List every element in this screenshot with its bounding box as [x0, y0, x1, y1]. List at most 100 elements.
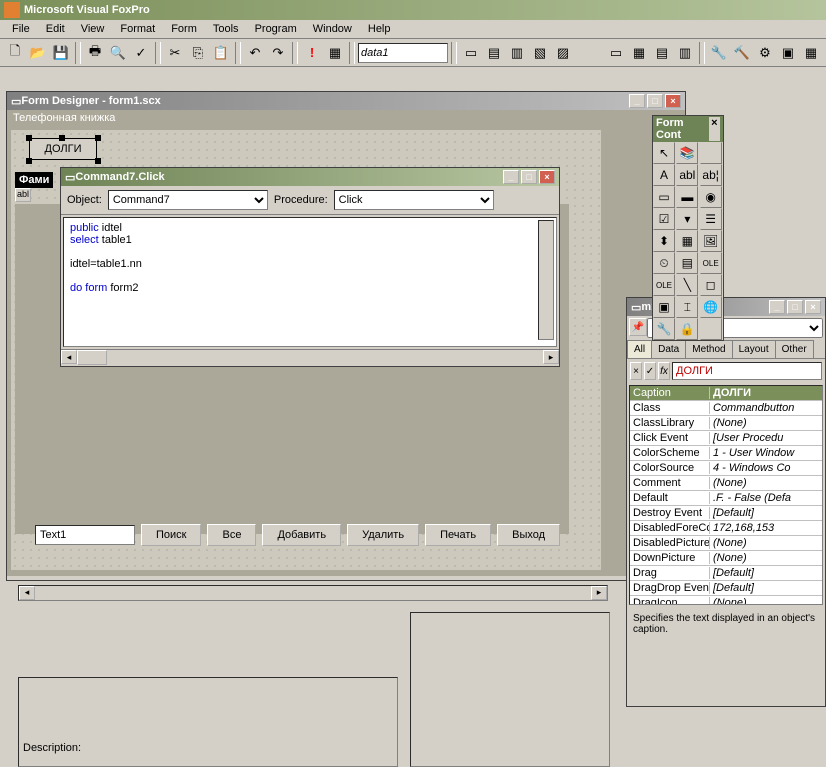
grid-tool-icon[interactable]: ▦: [676, 230, 698, 252]
code-minimize-button[interactable]: _: [503, 170, 519, 184]
all-button[interactable]: Все: [207, 524, 256, 546]
tb6-icon[interactable]: 🔨: [731, 42, 753, 64]
prop-row[interactable]: DownPicture(None): [630, 551, 822, 566]
prop-row[interactable]: ColorSource4 - Windows Co: [630, 461, 822, 476]
prop-row[interactable]: DragIcon(None): [630, 596, 822, 605]
code-editor[interactable]: public idtel select table1 idtel=table1.…: [63, 217, 557, 347]
menu-help[interactable]: Help: [360, 21, 399, 37]
image-tool-icon[interactable]: 🖼: [700, 230, 722, 252]
label-tool-icon[interactable]: A: [653, 164, 675, 186]
tb4-icon[interactable]: ▥: [674, 42, 696, 64]
menu-window[interactable]: Window: [305, 21, 360, 37]
library-icon[interactable]: 📚: [676, 142, 698, 164]
pageframe-tool-icon[interactable]: ▤: [676, 252, 698, 274]
prop-value-input[interactable]: [672, 362, 822, 380]
bottom-hscroll[interactable]: ◂ ▸: [18, 585, 608, 601]
autoform-icon[interactable]: ▤: [483, 42, 505, 64]
exit-button[interactable]: Выход: [497, 524, 560, 546]
search-text-input[interactable]: [35, 525, 135, 545]
wizard-icon[interactable]: ▨: [552, 42, 574, 64]
prop-grid[interactable]: CaptionДОЛГИClassCommandbuttonClassLibra…: [629, 385, 823, 605]
menu-edit[interactable]: Edit: [38, 21, 73, 37]
code-close-button[interactable]: ×: [539, 170, 555, 184]
timer-tool-icon[interactable]: ⏲: [653, 252, 675, 274]
menu-tools[interactable]: Tools: [205, 21, 247, 37]
cut-icon[interactable]: ✂: [164, 42, 186, 64]
add-button[interactable]: Добавить: [262, 524, 341, 546]
pointer-icon[interactable]: ↖: [653, 142, 675, 164]
ole-tool-icon[interactable]: OLE: [700, 252, 722, 274]
prop-pushpin-icon[interactable]: 📌: [629, 318, 647, 336]
tb2-icon[interactable]: ▦: [628, 42, 650, 64]
buttonlock-icon[interactable]: 🔒: [676, 318, 698, 340]
tab-data[interactable]: Data: [651, 340, 686, 358]
procedure-combo[interactable]: Click: [334, 190, 494, 210]
tab-layout[interactable]: Layout: [732, 340, 776, 358]
prop-row[interactable]: Default.F. - False (Defa: [630, 491, 822, 506]
minimize-button[interactable]: _: [629, 94, 645, 108]
delete-button[interactable]: Удалить: [347, 524, 419, 546]
optiongroup-tool-icon[interactable]: ◉: [700, 186, 722, 208]
form-icon[interactable]: ▭: [460, 42, 482, 64]
tab-other[interactable]: Other: [775, 340, 814, 358]
label-icon[interactable]: ▧: [529, 42, 551, 64]
prop-row[interactable]: ClassCommandbutton: [630, 401, 822, 416]
menu-view[interactable]: View: [73, 21, 113, 37]
prop-min-button[interactable]: _: [769, 300, 785, 314]
oleboundcontrol-tool-icon[interactable]: OLE: [653, 274, 675, 296]
preview-icon[interactable]: 🔍: [107, 42, 129, 64]
prop-accept-icon[interactable]: ✓: [644, 362, 656, 380]
prop-row[interactable]: DisabledPicture(None): [630, 536, 822, 551]
buttongroup-tool-icon[interactable]: ▬: [676, 186, 698, 208]
separator-tool-icon[interactable]: ⌶: [676, 296, 698, 318]
menu-format[interactable]: Format: [112, 21, 163, 37]
prop-row[interactable]: Drag[Default]: [630, 566, 822, 581]
prop-row[interactable]: ClassLibrary(None): [630, 416, 822, 431]
code-titlebar[interactable]: ▭ Command7.Click _ □ ×: [61, 168, 559, 186]
code-hscroll[interactable]: ◂ ▸: [61, 349, 559, 365]
builder-lock-icon[interactable]: 🔧: [653, 318, 675, 340]
palette-close-icon[interactable]: ×: [709, 117, 720, 141]
prop-row[interactable]: Comment(None): [630, 476, 822, 491]
textbox-tool-icon[interactable]: abl: [676, 164, 698, 186]
run-icon[interactable]: !: [301, 42, 323, 64]
scroll-left-icon[interactable]: ◂: [61, 350, 77, 364]
prop-row[interactable]: CaptionДОЛГИ: [630, 386, 822, 401]
blank-icon[interactable]: [700, 142, 722, 164]
shape-tool-icon[interactable]: ◻: [700, 274, 722, 296]
new-icon[interactable]: 🗋: [4, 42, 26, 64]
copy-icon[interactable]: ⎘: [187, 42, 209, 64]
prop-cancel-icon[interactable]: ×: [630, 362, 642, 380]
code-maximize-button[interactable]: □: [521, 170, 537, 184]
tb3-icon[interactable]: ▤: [651, 42, 673, 64]
tb7-icon[interactable]: ⚙: [754, 42, 776, 64]
form-designer-titlebar[interactable]: ▭ Form Designer - form1.scx _ □ ×: [7, 92, 685, 110]
blank2-icon[interactable]: [700, 318, 722, 340]
prop-max-button[interactable]: □: [787, 300, 803, 314]
prop-row[interactable]: DragDrop Even[Default]: [630, 581, 822, 596]
checkbox-tool-icon[interactable]: ☑: [653, 208, 675, 230]
search-button[interactable]: Поиск: [141, 524, 201, 546]
tb9-icon[interactable]: ▦: [800, 42, 822, 64]
tab-methods[interactable]: Method: [685, 340, 732, 358]
menu-form[interactable]: Form: [163, 21, 205, 37]
editbox-tool-icon[interactable]: ab¦: [700, 164, 722, 186]
prop-row[interactable]: ColorScheme1 - User Window: [630, 446, 822, 461]
hscroll-left-icon[interactable]: ◂: [19, 586, 35, 600]
menu-file[interactable]: File: [4, 21, 38, 37]
listbox-tool-icon[interactable]: ☰: [700, 208, 722, 230]
redo-icon[interactable]: ↷: [267, 42, 289, 64]
prop-fx-icon[interactable]: fx: [658, 362, 670, 380]
menu-program[interactable]: Program: [247, 21, 305, 37]
line-tool-icon[interactable]: ╲: [676, 274, 698, 296]
hyperlink-tool-icon[interactable]: 🌐: [700, 296, 722, 318]
container-tool-icon[interactable]: ▣: [653, 296, 675, 318]
scroll-right-icon[interactable]: ▸: [543, 350, 559, 364]
print-icon[interactable]: 🖶: [84, 42, 106, 64]
abl-control[interactable]: abl: [15, 188, 31, 202]
combobox-tool-icon[interactable]: ▾: [676, 208, 698, 230]
paste-icon[interactable]: 📋: [210, 42, 232, 64]
open-icon[interactable]: 📂: [27, 42, 49, 64]
dolgi-button[interactable]: ДОЛГИ: [29, 138, 97, 160]
prop-row[interactable]: DisabledForeCo172,168,153: [630, 521, 822, 536]
